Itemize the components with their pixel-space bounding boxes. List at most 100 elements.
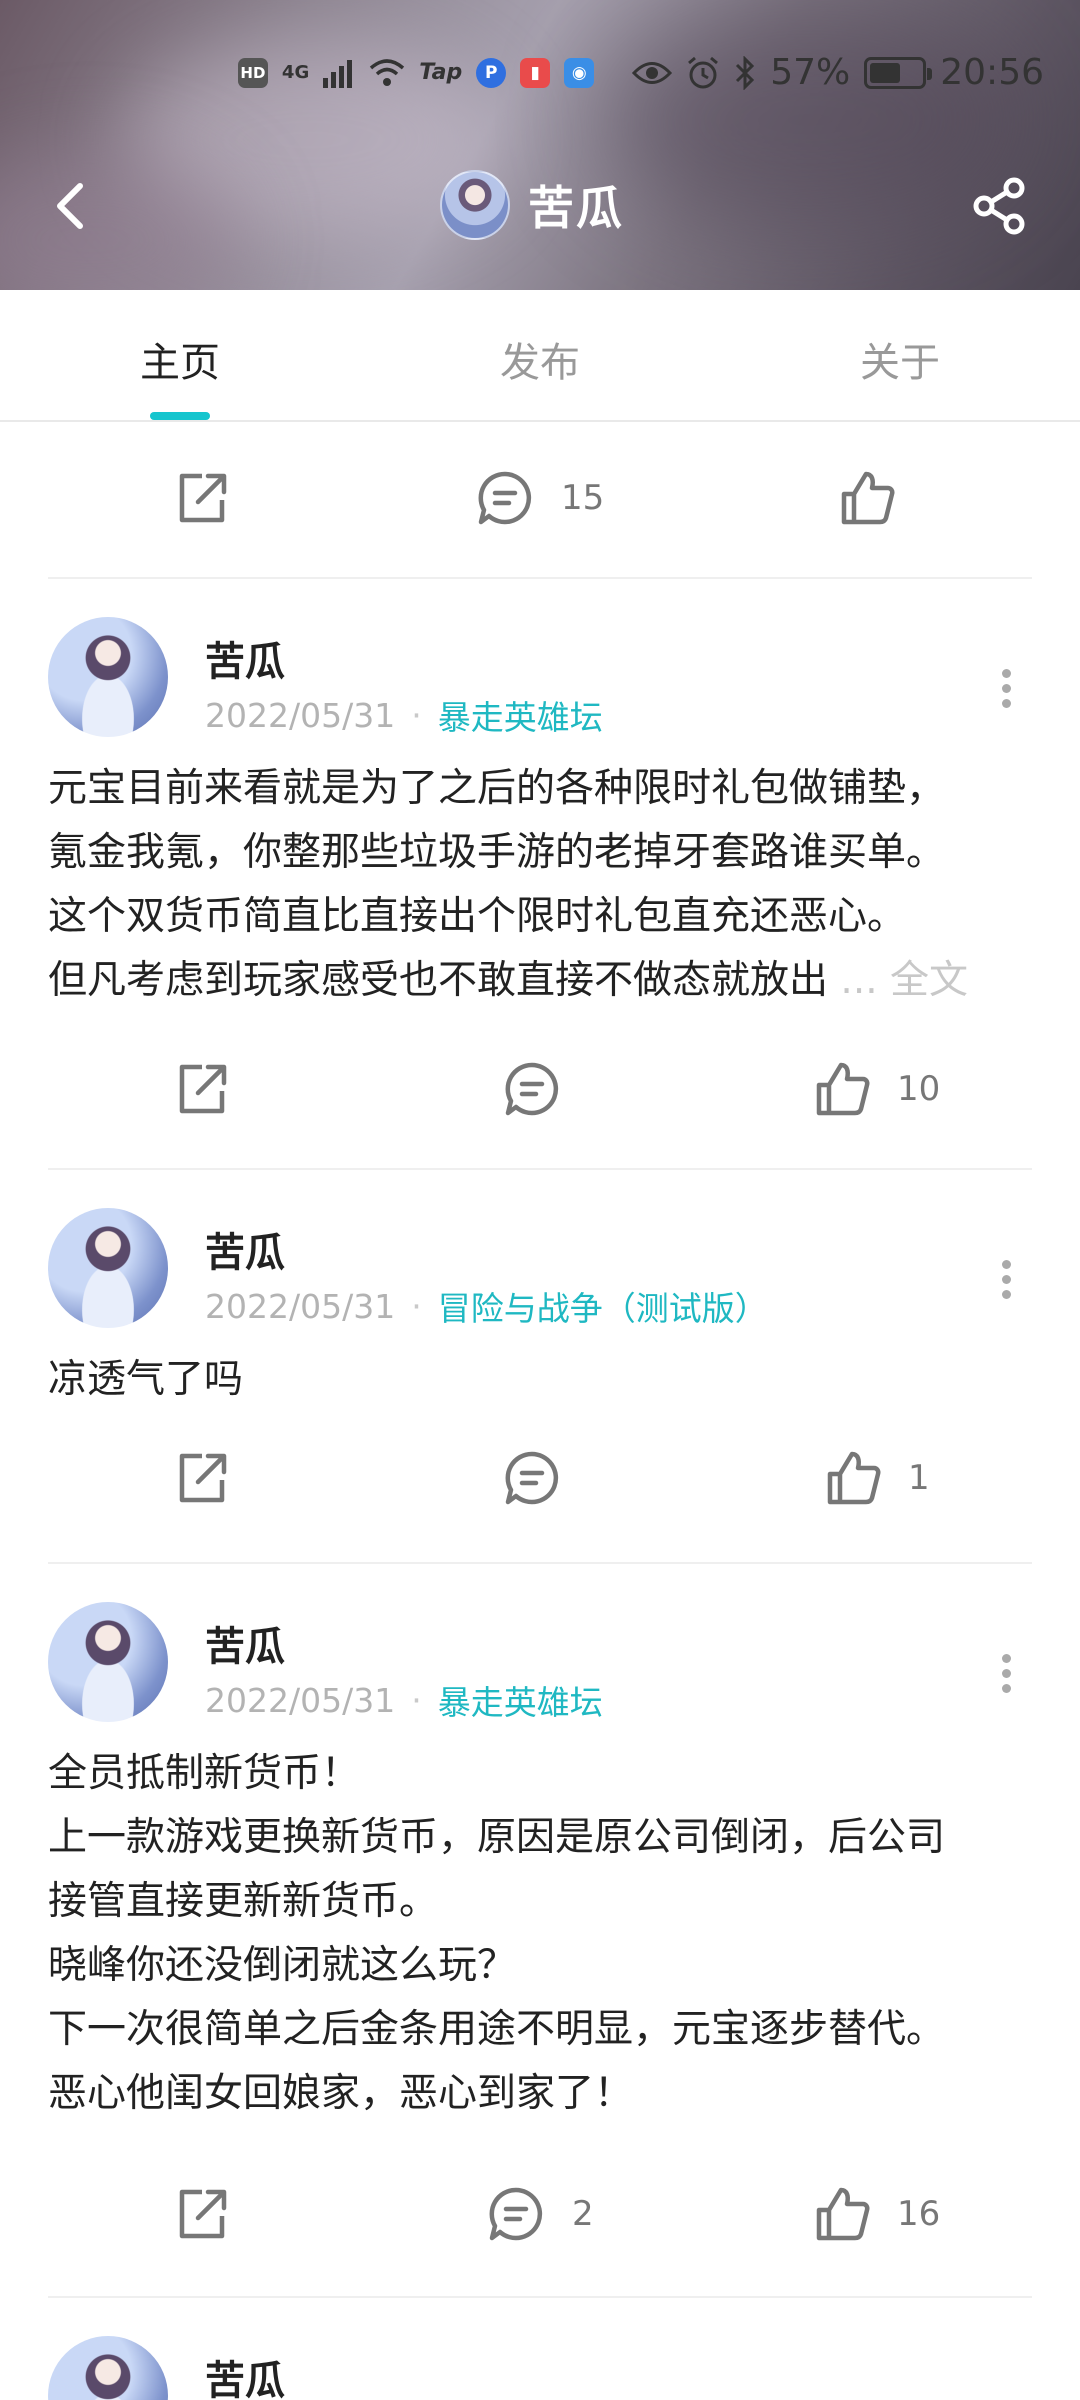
author-name[interactable]: 苦瓜 [205,629,285,687]
forum-link[interactable]: 暴走英雄坛 [438,691,603,739]
post-text-line: 氪金我氪，你整那些垃圾手游的老掉牙套路谁买单。 [48,830,946,875]
profile-tabs: 主页 发布 关于 [0,290,1080,422]
like-count: 16 [897,2194,941,2234]
comment-icon [489,2187,543,2241]
post-item[interactable]: 苦瓜 2022/05/31 · 冒险与战争（测试版） 凉透气了吗 1 [0,1170,1080,1562]
external-share-icon [179,1064,227,1114]
alarm-icon [688,56,719,88]
thumbs-up-icon [816,1062,870,1116]
author-name[interactable]: 苦瓜 [205,1220,285,1278]
comment-button[interactable]: 2 [486,2184,594,2244]
post-date: 2022/05/31 [205,695,396,735]
profile-header: HD 4G Tap P ▮ ◉ 57% 20:56 苦瓜 [0,0,1080,290]
forum-link[interactable]: 冒险与战争（测试版） [438,1282,768,1330]
thumbs-up-icon [841,471,895,525]
avatar [440,170,510,240]
share-button[interactable] [970,176,1030,236]
post-text-line: 上一款游戏更换新货币，原因是原公司倒闭，后公司 [48,1815,946,1860]
post-item[interactable]: 苦瓜 [0,2298,1080,2400]
post-meta: 2022/05/31 · 暴走英雄坛 [205,691,603,739]
book-app-icon: ▮ [520,57,551,88]
post-text-line: 接管直接更新新货币。 [48,1879,439,1924]
browser-app-icon: ◉ [564,57,595,88]
post-action-bar: 1 [0,1412,1080,1562]
comment-count: 15 [561,478,605,518]
post-text-segment: 但凡考虑到玩家感受也不敢直接不做态就放出 [48,958,829,1003]
comment-count: 2 [572,2194,594,2234]
post-action-bar: 10 [0,1013,1080,1168]
comment-button[interactable] [502,1448,562,1508]
comment-icon [505,1062,559,1116]
post-date: 2022/05/31 [205,1286,396,1326]
post-date: 2022/05/31 [205,1680,396,1720]
post-feed: 15 苦瓜 2022/05/31 · 暴走英雄坛 元宝目前来看就是为了之后的各种… [0,422,1080,2400]
wifi-icon [370,58,405,86]
external-share-icon [179,1453,227,1503]
avatar[interactable] [48,1602,168,1722]
like-button[interactable]: 16 [811,2184,940,2244]
like-button[interactable]: 1 [822,1448,930,1508]
post-content[interactable]: 全员抵制新货币！ 上一款游戏更换新货币，原因是原公司倒闭，后公司 接管直接更新新… [0,1714,1080,2126]
external-share-icon [179,473,227,523]
more-options-button[interactable] [1002,1654,1012,1694]
avatar[interactable] [48,617,168,737]
more-options-button[interactable] [1002,1260,1012,1300]
post-item[interactable]: 苦瓜 2022/05/31 · 暴走英雄坛 元宝目前来看就是为了之后的各种限时礼… [0,579,1080,1168]
chevron-left-icon [57,183,83,229]
avatar[interactable] [48,2336,168,2400]
forum-link[interactable]: 暴走英雄坛 [438,1676,603,1724]
bluetooth-icon [736,55,755,90]
clock: 20:56 [940,52,1044,93]
comment-button[interactable]: 15 [475,468,604,528]
tab-posts[interactable]: 发布 [440,330,640,388]
avatar[interactable] [48,1208,168,1328]
read-more-link[interactable]: ... 全文 [840,958,968,1003]
thumbs-up-icon [816,2187,870,2241]
battery-icon [864,56,933,89]
tab-about[interactable]: 关于 [800,330,1000,388]
comment-icon [505,1451,559,1505]
like-button[interactable] [836,468,896,528]
post-meta: 2022/05/31 · 冒险与战争（测试版） [205,1282,768,1330]
post-text-line: 凉透气了吗 [48,1357,244,1402]
share-post-button[interactable] [172,1059,232,1119]
comment-button[interactable] [502,1059,562,1119]
share-icon [973,177,1025,235]
back-button[interactable] [44,176,94,236]
like-count: 10 [897,1069,941,1109]
more-options-button[interactable] [1002,669,1012,709]
network-type-icon: 4G [281,61,310,83]
status-bar: HD 4G Tap P ▮ ◉ 57% 20:56 [237,52,1044,93]
p-app-icon: P [476,57,507,88]
active-tab-indicator [150,412,210,420]
post-text-line: 全员抵制新货币！ [48,1751,361,1796]
comment-icon [478,471,532,525]
signal-icon [323,59,353,88]
like-count: 1 [908,1458,930,1498]
hd-icon: HD [237,57,268,88]
battery-percent: 57% [770,52,851,93]
like-button[interactable]: 10 [811,1059,940,1119]
post-action-bar: 2 16 [0,2126,1080,2296]
share-post-button[interactable] [172,1448,232,1508]
separator-dot: · [411,695,422,735]
post-meta: 2022/05/31 · 暴走英雄坛 [205,1676,603,1724]
post-text-line: 下一次很简单之后金条用途不明显，元宝逐步替代。 [48,2007,946,2052]
share-post-button[interactable] [172,468,232,528]
thumbs-up-icon [827,1451,881,1505]
share-post-button[interactable] [172,2184,232,2244]
post-text-line: 这个双货币简直比直接出个限时礼包直充还恶心。 [48,894,907,939]
post-text-line: 元宝目前来看就是为了之后的各种限时礼包做铺垫， [48,766,946,811]
separator-dot: · [411,1680,422,1720]
post-item[interactable]: 苦瓜 2022/05/31 · 暴走英雄坛 全员抵制新货币！ 上一款游戏更换新货… [0,1564,1080,2296]
external-share-icon [179,2189,227,2239]
post-content[interactable]: 凉透气了吗 [0,1320,1080,1412]
post-text-line: 晓峰你还没倒闭就这么玩？ [48,1943,517,1988]
post-content[interactable]: 元宝目前来看就是为了之后的各种限时礼包做铺垫， 氪金我氪，你整那些垃圾手游的老掉… [0,729,1080,1013]
author-name[interactable]: 苦瓜 [205,2348,285,2400]
eye-icon [632,61,673,84]
taptap-icon: Tap [419,60,463,85]
profile-title: 苦瓜 [440,170,624,240]
author-name[interactable]: 苦瓜 [205,1614,285,1672]
tab-home[interactable]: 主页 [80,330,280,388]
